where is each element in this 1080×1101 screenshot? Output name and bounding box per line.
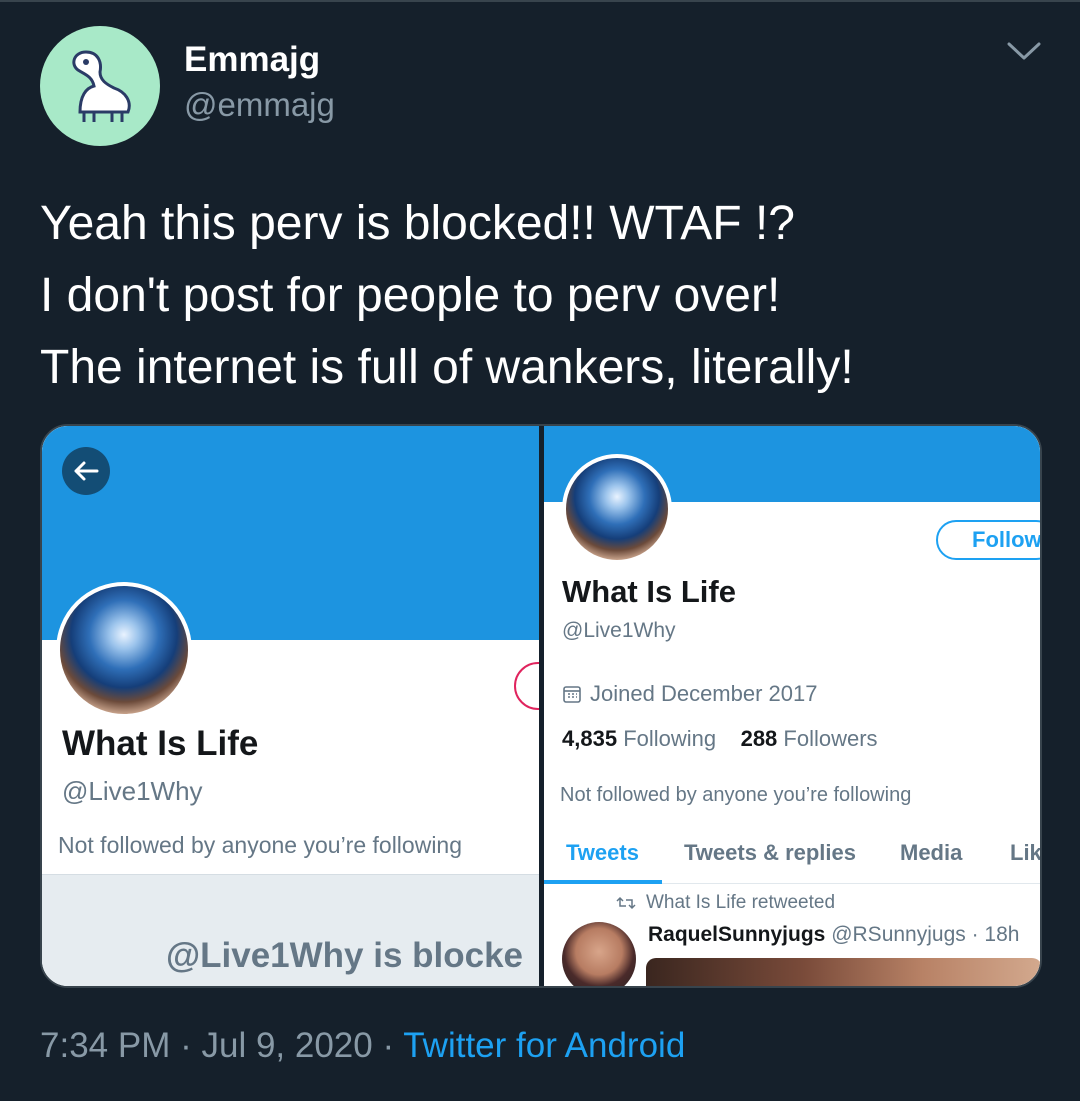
tab-tweets: Tweets bbox=[566, 840, 639, 865]
retweeted-user: RaquelSunnyjugs @RSunnyjugs · 18h bbox=[648, 923, 1019, 947]
meta-separator: · bbox=[180, 1026, 192, 1065]
top-divider bbox=[0, 0, 1080, 2]
profile-avatar bbox=[562, 454, 672, 564]
tweet-meta: 7:34 PM · Jul 9, 2020 · Twitter for Andr… bbox=[40, 1026, 685, 1066]
chevron-down-icon[interactable] bbox=[1003, 36, 1045, 66]
followers-count: 288 bbox=[740, 726, 778, 751]
following-label: Following bbox=[623, 726, 717, 751]
tweet-date[interactable]: Jul 9, 2020 bbox=[201, 1026, 372, 1065]
followers-label: Followers bbox=[783, 726, 878, 751]
not-followed-note: Not followed by anyone you’re following bbox=[560, 784, 912, 806]
retweet-note: What Is Life retweeted bbox=[616, 892, 835, 914]
tab-media: Media bbox=[900, 840, 963, 865]
author-handle[interactable]: @emmajg bbox=[184, 86, 335, 124]
profile-tabs: Tweets Tweets & replies Media Lik bbox=[544, 834, 1042, 884]
retweet-text: What Is Life retweeted bbox=[646, 892, 836, 913]
follow-stats: 4,835 Following 288 Followers bbox=[562, 726, 878, 752]
retweeted-user-avatar bbox=[562, 922, 636, 986]
screenshot-left: What Is Life @Live1Why Not followed by a… bbox=[42, 426, 539, 986]
tweet-source-link[interactable]: Twitter for Android bbox=[403, 1026, 685, 1065]
tweet-text-line: Yeah this perv is blocked!! WTAF !? bbox=[40, 197, 795, 250]
calendar-icon bbox=[563, 686, 581, 703]
blocked-message: @Live1Why is blocke bbox=[166, 936, 524, 975]
author-avatar[interactable] bbox=[40, 26, 160, 146]
tab-likes: Lik bbox=[1010, 840, 1042, 865]
profile-avatar bbox=[56, 582, 192, 718]
profile-handle: @Live1Why bbox=[62, 776, 203, 806]
following-count: 4,835 bbox=[562, 726, 618, 751]
arrow-left-icon bbox=[74, 461, 99, 481]
profile-name: What Is Life bbox=[62, 724, 259, 763]
tweet-time[interactable]: 7:34 PM bbox=[40, 1026, 170, 1065]
not-followed-note: Not followed by anyone you’re following bbox=[58, 832, 463, 858]
tweet-text: Yeah this perv is blocked!! WTAF !? I do… bbox=[40, 188, 1050, 404]
author-name[interactable]: Emmajg bbox=[184, 40, 320, 80]
follow-button-partial bbox=[514, 662, 539, 710]
back-button bbox=[62, 447, 110, 495]
retweeted-time: · 18h bbox=[971, 923, 1020, 946]
joined-date: Joined December 2017 bbox=[562, 681, 817, 707]
screenshot-right: Follow What Is Life @Live1Why Joined Dec… bbox=[544, 426, 1042, 986]
retweeted-user-handle: @RSunnyjugs bbox=[831, 923, 966, 946]
retweeted-image bbox=[646, 958, 1040, 986]
tweet-media[interactable]: What Is Life @Live1Why Not followed by a… bbox=[40, 424, 1042, 988]
retweeted-user-name: RaquelSunnyjugs bbox=[648, 923, 826, 946]
tweet-text-line: The internet is full of wankers, literal… bbox=[40, 341, 854, 394]
retweet-icon bbox=[616, 896, 636, 910]
joined-text: Joined December 2017 bbox=[590, 681, 818, 706]
profile-name: What Is Life bbox=[562, 574, 736, 609]
active-tab-indicator bbox=[544, 880, 662, 884]
tab-tweets-replies: Tweets & replies bbox=[684, 840, 856, 865]
profile-handle: @Live1Why bbox=[562, 619, 676, 642]
tweet-text-line: I don't post for people to perv over! bbox=[40, 269, 781, 322]
follow-button: Follow bbox=[936, 520, 1040, 560]
meta-separator: · bbox=[382, 1026, 395, 1065]
